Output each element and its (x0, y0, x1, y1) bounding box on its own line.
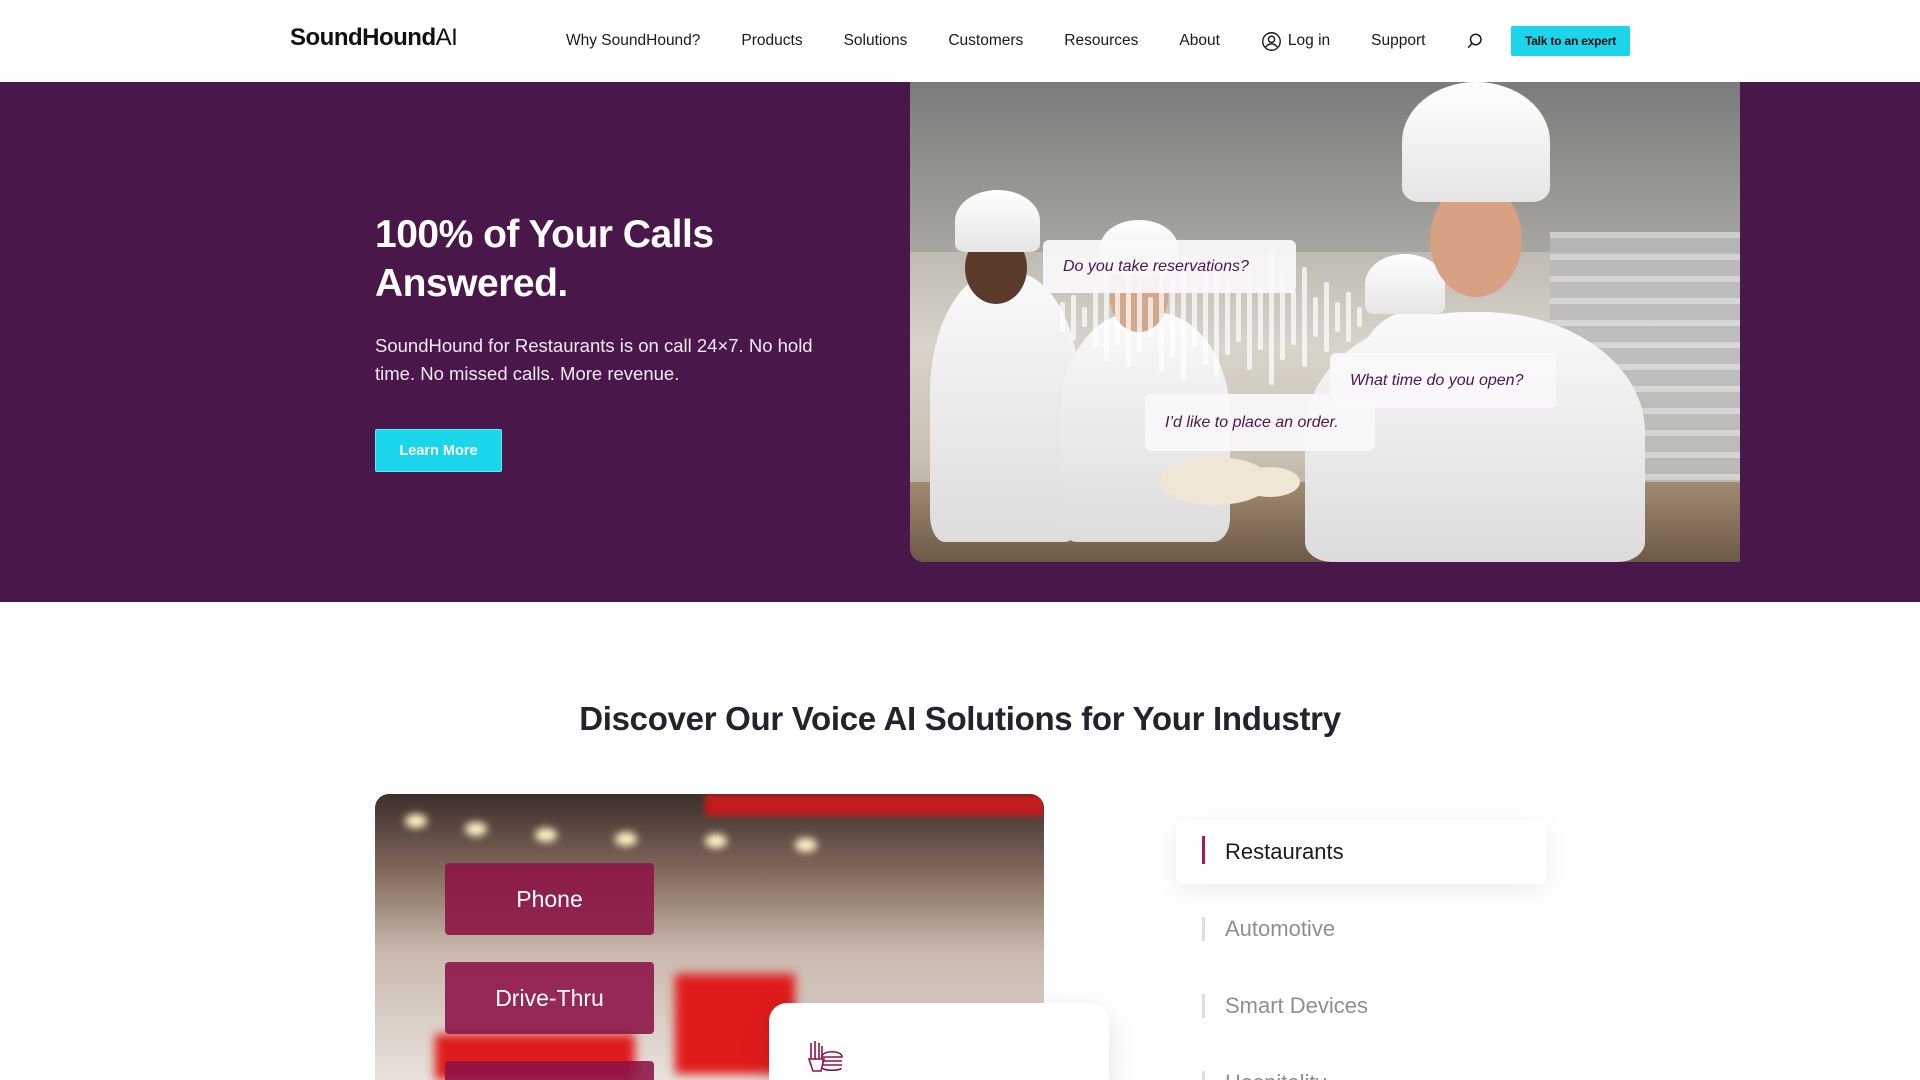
hero-section: 100% of Your Calls Answered. SoundHound … (0, 82, 1920, 602)
solutions-heading: Discover Our Voice AI Solutions for Your… (579, 700, 1341, 737)
login-label: Log in (1287, 32, 1331, 49)
ceiling-light (405, 814, 427, 828)
dough (1240, 467, 1300, 497)
nav-products[interactable]: Products (741, 32, 802, 50)
tab-automotive[interactable]: Automotive (1176, 897, 1546, 961)
tab-hospitality[interactable]: Hospitality (1176, 1051, 1546, 1080)
hero-title: 100% of Your Calls Answered. (375, 213, 714, 305)
learn-more-button[interactable]: Learn More (375, 429, 502, 472)
ceiling-light (465, 822, 487, 836)
tab-smart-devices[interactable]: Smart Devices (1176, 974, 1546, 1038)
soundhound-logo[interactable]: SoundHoundAI (290, 24, 458, 52)
site-header: SoundHoundAI Why SoundHound? Products So… (0, 0, 1920, 82)
nav-customers[interactable]: Customers (948, 32, 1023, 50)
nav-why-soundhound[interactable]: Why SoundHound? (566, 32, 700, 50)
burger-fries-icon (807, 1041, 843, 1072)
ceiling-light (615, 832, 637, 846)
nav-solutions[interactable]: Solutions (844, 32, 908, 50)
nav-support[interactable]: Support (1371, 32, 1425, 50)
hero-subtitle: SoundHound for Restaurants is on call 24… (375, 335, 813, 384)
chef-main-hat (1402, 82, 1550, 202)
hero-kitchen-photo: Do you take reservations? What time do y… (910, 82, 1740, 562)
restaurant-info-card (769, 1003, 1109, 1080)
login-link[interactable]: Log in (1261, 31, 1330, 52)
ceiling-light (705, 834, 727, 848)
restaurant-sign (705, 794, 1044, 816)
channel-more[interactable] (445, 1061, 654, 1080)
tab-restaurants[interactable]: Restaurants (1176, 820, 1546, 884)
industry-tabs: Restaurants Automotive Smart Devices Hos… (1176, 820, 1546, 1080)
chef-left (930, 272, 1080, 542)
channel-phone[interactable]: Phone (445, 863, 654, 935)
speech-bubble-order: I’d like to place an order. (1145, 394, 1375, 451)
user-icon (1261, 31, 1281, 51)
chef-left-hat (955, 190, 1040, 252)
ceiling-light (535, 828, 557, 842)
logo-suffix: AI (435, 24, 458, 51)
search-icon[interactable] (1466, 32, 1484, 50)
ceiling-light (795, 838, 817, 852)
talk-to-expert-button[interactable]: Talk to an expert (1511, 26, 1630, 56)
main-nav: Why SoundHound? Products Solutions Custo… (566, 0, 1514, 82)
channel-drive-thru[interactable]: Drive-Thru (445, 962, 654, 1034)
logo-wordmark: SoundHound (290, 24, 436, 51)
nav-resources[interactable]: Resources (1064, 32, 1138, 50)
nav-about[interactable]: About (1179, 32, 1220, 50)
speech-bubble-reservations: Do you take reservations? (1043, 240, 1296, 293)
